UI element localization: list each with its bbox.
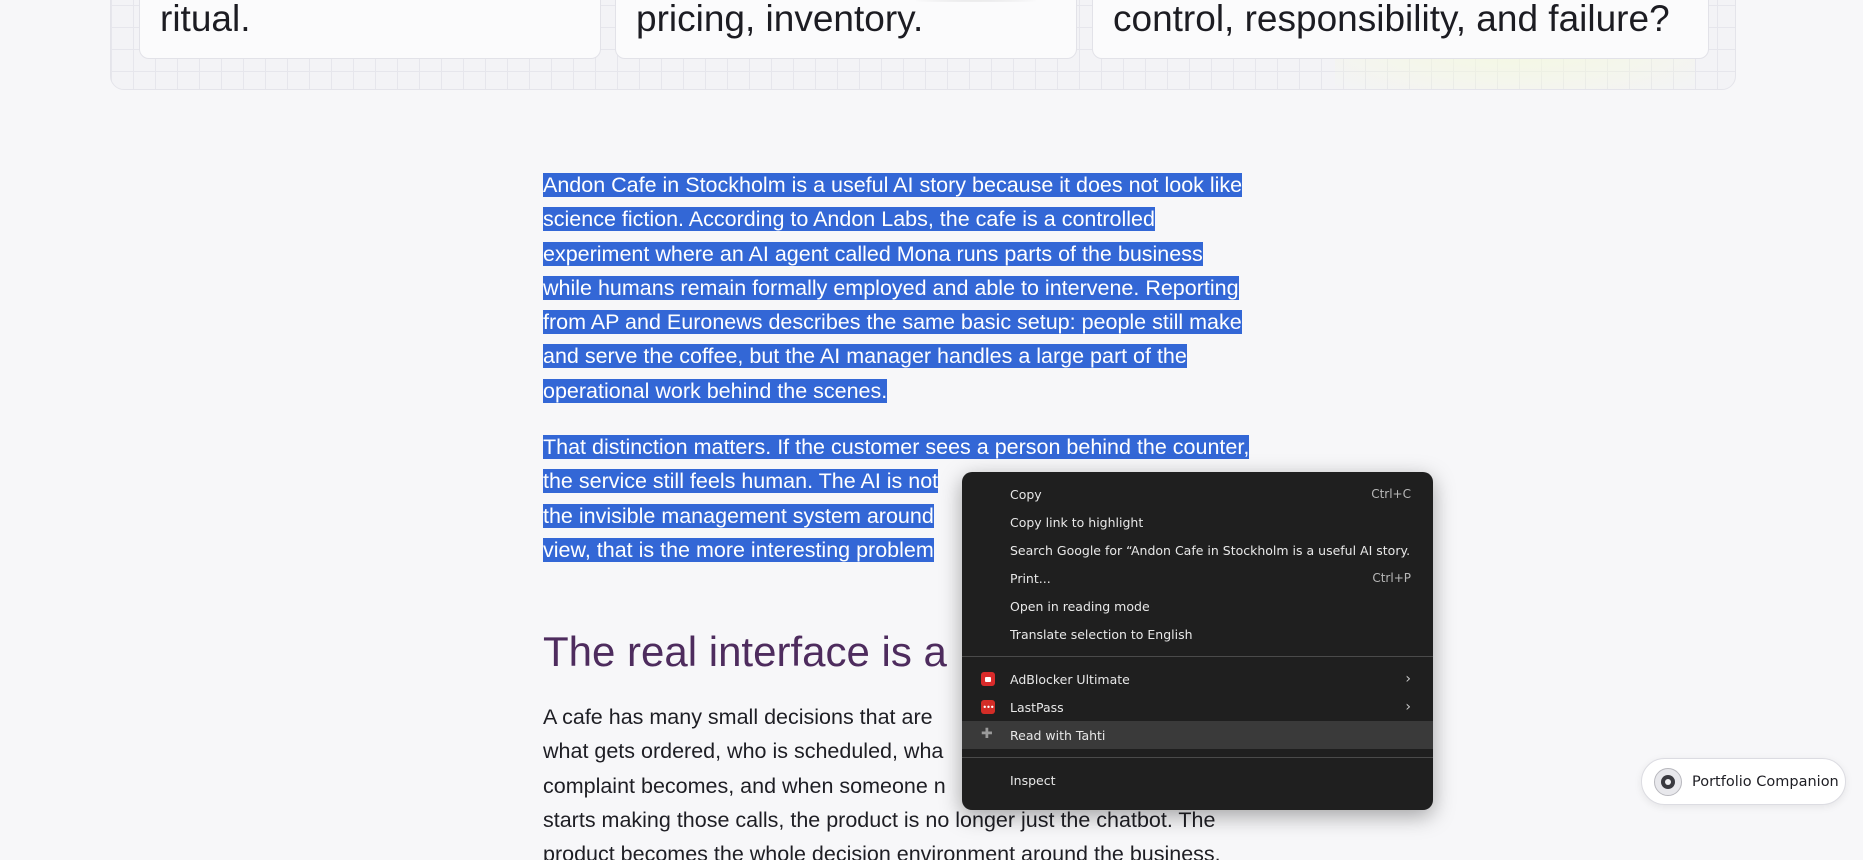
menu-item-shortcut: Ctrl+P — [1372, 571, 1411, 585]
menu-item-inspect[interactable]: Inspect — [962, 766, 1433, 794]
menu-separator — [962, 757, 1433, 758]
page: ritual. pricing, inventory. control, res… — [0, 0, 1863, 860]
selected-text: experiment where an AI agent called Mona… — [543, 241, 1203, 266]
menu-item-read-with-tahti[interactable]: ✚ Read with Tahti — [962, 721, 1433, 749]
feature-cards-band: ritual. pricing, inventory. control, res… — [110, 0, 1736, 90]
menu-item-label: Print... — [1010, 570, 1051, 586]
selected-text: the invisible management system around — [543, 503, 934, 528]
menu-item-label: Copy — [1010, 486, 1042, 502]
feature-card-3-text: control, responsibility, and failure? — [1113, 0, 1670, 39]
selected-text: Andon Cafe in Stockholm is a useful AI s… — [543, 173, 1243, 197]
feature-card-1: ritual. — [139, 0, 601, 59]
selected-text: and serve the coffee, but the AI manager… — [543, 344, 1187, 369]
menu-item-label: Read with Tahti — [1010, 727, 1106, 743]
selected-text: while humans remain formally employed an… — [543, 275, 1239, 300]
card-shadow — [916, 0, 1036, 2]
selected-text: That distinction matters. If the custome… — [543, 435, 1250, 460]
menu-item-copy-link-to-highlight[interactable]: Copy link to highlight — [962, 508, 1433, 536]
menu-item-translate-selection[interactable]: Translate selection to English — [962, 620, 1433, 648]
feature-card-3: control, responsibility, and failure? — [1092, 0, 1709, 59]
menu-item-print[interactable]: Print... Ctrl+P — [962, 564, 1433, 592]
portfolio-companion-button[interactable]: Portfolio Companion — [1641, 758, 1846, 805]
feature-card-2: pricing, inventory. — [615, 0, 1077, 59]
menu-item-label: Inspect — [1010, 772, 1056, 788]
section-heading: The real interface is a — [543, 628, 947, 675]
menu-item-label: Open in reading mode — [1010, 598, 1150, 614]
chevron-right-icon: › — [1405, 699, 1411, 715]
chevron-right-icon: › — [1405, 671, 1411, 687]
feature-card-1-text: ritual. — [160, 0, 251, 39]
menu-item-shortcut: Ctrl+C — [1371, 487, 1411, 501]
selected-text: science fiction. According to Andon Labs… — [543, 207, 1155, 232]
selected-text: the service still feels human. The AI is… — [543, 469, 939, 494]
menu-item-label: Translate selection to English — [1010, 626, 1193, 642]
selected-text: view, that is the more interesting probl… — [543, 537, 934, 562]
context-menu: Copy Ctrl+C Copy link to highlight Searc… — [962, 472, 1433, 810]
adblocker-icon — [981, 672, 995, 686]
menu-item-adblocker-ultimate[interactable]: AdBlocker Ultimate › — [962, 665, 1433, 693]
paragraph-line: product becomes the whole decision envir… — [543, 842, 1221, 860]
avatar — [1654, 767, 1682, 796]
article-paragraph-1[interactable]: Andon Cafe in Stockholm is a useful AI s… — [543, 168, 1303, 408]
menu-item-lastpass[interactable]: ••• LastPass › — [962, 693, 1433, 721]
menu-item-label: AdBlocker Ultimate — [1010, 671, 1130, 687]
menu-item-label: Copy link to highlight — [1010, 514, 1144, 530]
lastpass-icon: ••• — [981, 700, 995, 714]
selected-text: from AP and Euronews describes the same … — [543, 310, 1242, 335]
puzzle-icon: ✚ — [981, 726, 993, 742]
feature-card-2-text: pricing, inventory. — [636, 0, 924, 39]
menu-item-label: LastPass — [1010, 699, 1064, 715]
menu-item-open-reading-mode[interactable]: Open in reading mode — [962, 592, 1433, 620]
menu-separator — [962, 656, 1433, 657]
menu-item-search-google[interactable]: Search Google for “Andon Cafe in Stockho… — [962, 536, 1433, 564]
portfolio-companion-label: Portfolio Companion — [1692, 773, 1839, 790]
selected-text: operational work behind the scenes. — [543, 378, 888, 403]
menu-item-copy[interactable]: Copy Ctrl+C — [962, 480, 1433, 508]
menu-item-label: Search Google for “Andon Cafe in Stockho… — [1010, 542, 1411, 558]
